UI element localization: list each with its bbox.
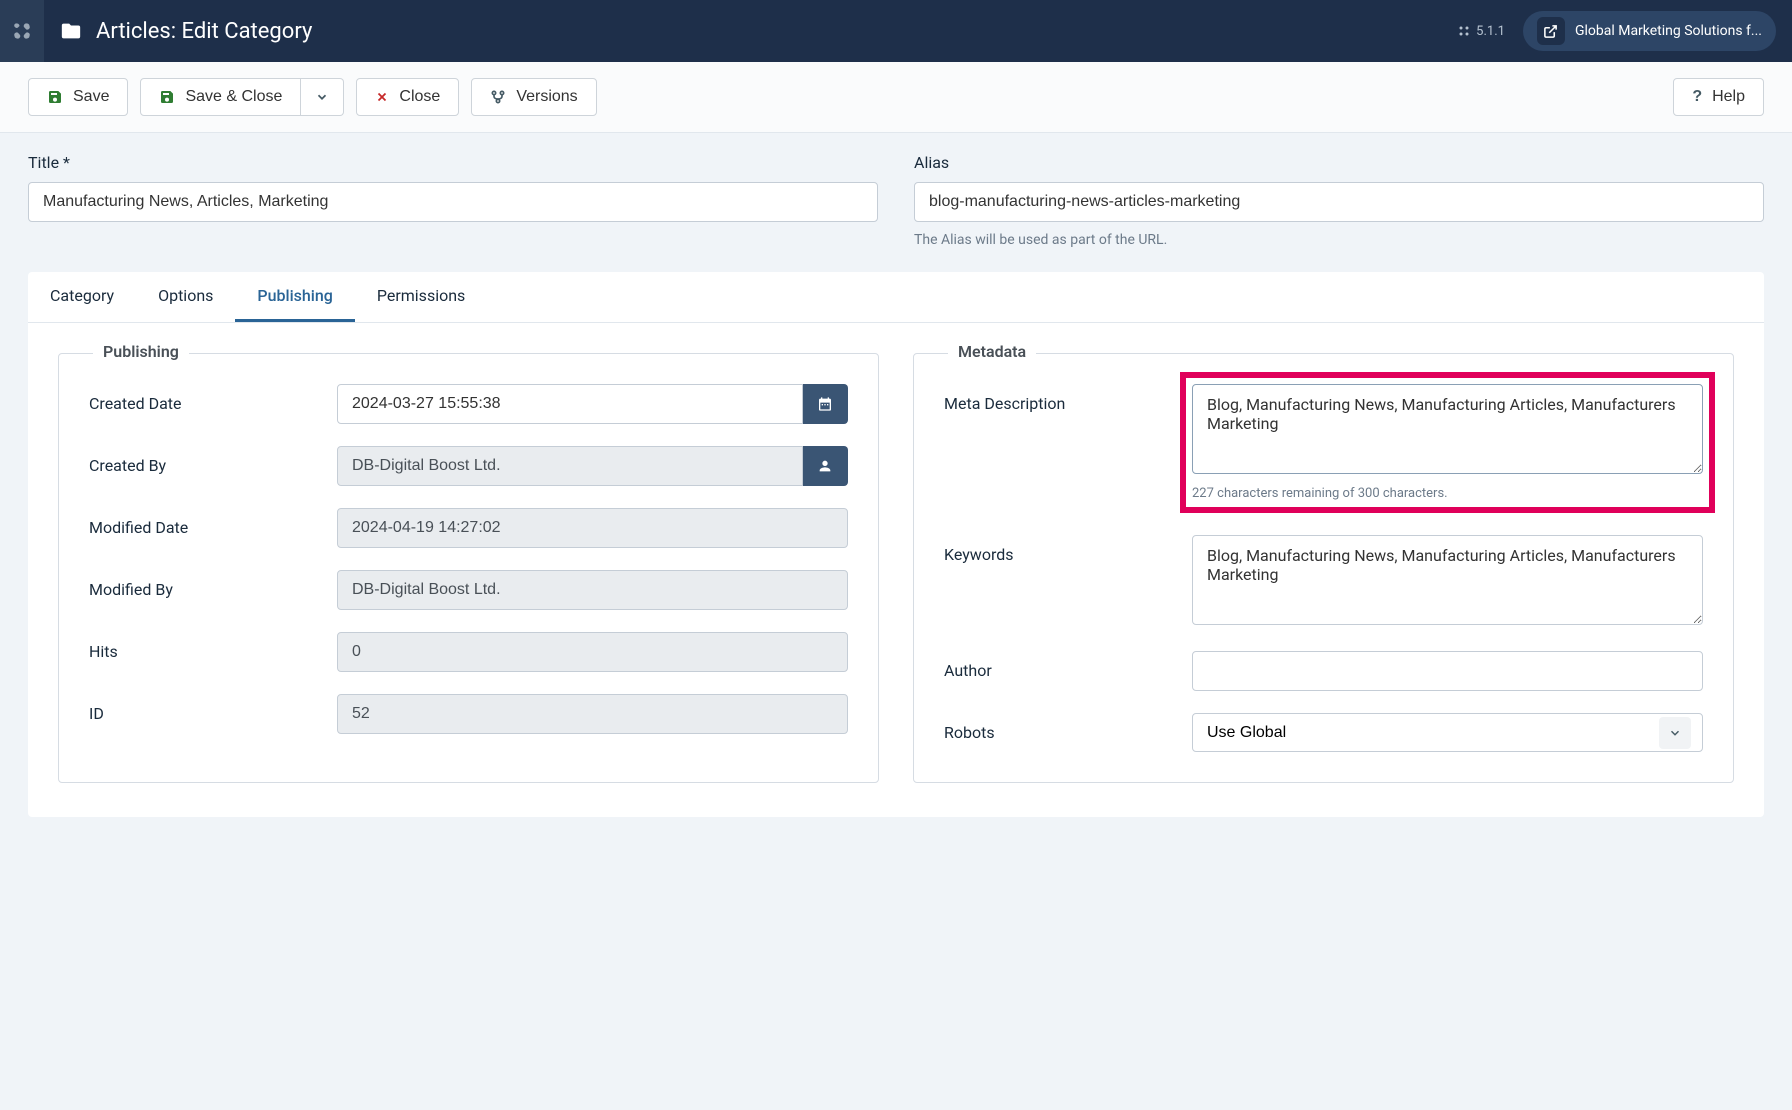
save-dropdown-button[interactable] bbox=[301, 78, 344, 116]
save-button[interactable]: Save bbox=[28, 78, 128, 116]
external-link-icon bbox=[1537, 17, 1565, 45]
branch-icon bbox=[490, 89, 506, 105]
id-input bbox=[337, 694, 848, 734]
meta-desc-textarea[interactable] bbox=[1192, 384, 1703, 474]
meta-desc-label: Meta Description bbox=[944, 384, 1192, 413]
save-close-button[interactable]: Save & Close bbox=[140, 78, 301, 116]
title-input[interactable] bbox=[28, 182, 878, 222]
help-button[interactable]: ? Help bbox=[1673, 78, 1764, 116]
site-link[interactable]: Global Marketing Solutions f... bbox=[1523, 11, 1776, 51]
user-icon bbox=[817, 458, 833, 474]
modified-by-row: Modified By bbox=[89, 570, 848, 610]
alias-hint: The Alias will be used as part of the UR… bbox=[914, 232, 1764, 248]
modified-date-label: Modified Date bbox=[89, 508, 337, 537]
tab-publishing[interactable]: Publishing bbox=[235, 272, 354, 322]
joomla-small-icon bbox=[1458, 25, 1470, 37]
hits-row: Hits bbox=[89, 632, 848, 672]
id-label: ID bbox=[89, 694, 337, 723]
modified-date-row: Modified Date bbox=[89, 508, 848, 548]
calendar-icon bbox=[817, 396, 833, 412]
tab-content: Publishing Created Date Created By bbox=[28, 323, 1764, 817]
keywords-label: Keywords bbox=[944, 535, 1192, 564]
help-icon: ? bbox=[1692, 88, 1702, 106]
robots-row: Robots Use Global bbox=[944, 713, 1703, 752]
title-col: Title * bbox=[28, 153, 878, 248]
keywords-row: Keywords bbox=[944, 535, 1703, 629]
tab-category[interactable]: Category bbox=[28, 272, 136, 322]
alias-input[interactable] bbox=[914, 182, 1764, 222]
meta-desc-row: Meta Description 227 characters remainin… bbox=[944, 384, 1703, 513]
tabs-container: Category Options Publishing Permissions … bbox=[28, 272, 1764, 817]
created-by-group bbox=[337, 446, 848, 486]
user-picker-button[interactable] bbox=[803, 446, 848, 486]
author-label: Author bbox=[944, 651, 1192, 680]
close-icon bbox=[375, 90, 389, 104]
save-icon bbox=[47, 89, 63, 105]
meta-desc-hint: 227 characters remaining of 300 characte… bbox=[1192, 486, 1703, 501]
metadata-legend: Metadata bbox=[948, 342, 1036, 361]
hits-label: Hits bbox=[89, 632, 337, 661]
calendar-button[interactable] bbox=[803, 384, 848, 424]
keywords-textarea[interactable] bbox=[1192, 535, 1703, 625]
save-close-group: Save & Close bbox=[140, 78, 344, 116]
chevron-down-icon bbox=[315, 90, 329, 104]
robots-select-wrap: Use Global bbox=[1192, 713, 1703, 752]
tab-permissions[interactable]: Permissions bbox=[355, 272, 487, 322]
page-title-wrap: Articles: Edit Category bbox=[60, 19, 312, 44]
created-by-label: Created By bbox=[89, 446, 337, 475]
tabs: Category Options Publishing Permissions bbox=[28, 272, 1764, 323]
created-by-input bbox=[337, 446, 803, 486]
title-label: Title * bbox=[28, 153, 878, 172]
sidebar-toggle[interactable] bbox=[0, 0, 44, 62]
publishing-fieldset: Publishing Created Date Created By bbox=[58, 353, 879, 783]
modified-by-input bbox=[337, 570, 848, 610]
toolbar: Save Save & Close Close Versions ? Help bbox=[0, 62, 1792, 133]
robots-select[interactable]: Use Global bbox=[1192, 713, 1703, 752]
robots-label: Robots bbox=[944, 713, 1192, 742]
author-input[interactable] bbox=[1192, 651, 1703, 691]
modified-by-label: Modified By bbox=[89, 570, 337, 599]
page-title: Articles: Edit Category bbox=[96, 19, 312, 44]
hits-input bbox=[337, 632, 848, 672]
alias-col: Alias The Alias will be used as part of … bbox=[914, 153, 1764, 248]
created-by-row: Created By bbox=[89, 446, 848, 486]
tab-options[interactable]: Options bbox=[136, 272, 235, 322]
created-date-label: Created Date bbox=[89, 384, 337, 413]
created-date-input[interactable] bbox=[337, 384, 803, 424]
folder-icon bbox=[60, 20, 82, 42]
modified-date-input bbox=[337, 508, 848, 548]
versions-button[interactable]: Versions bbox=[471, 78, 596, 116]
created-date-row: Created Date bbox=[89, 384, 848, 424]
version-info[interactable]: 5.1.1 bbox=[1458, 24, 1505, 39]
topbar: Articles: Edit Category 5.1.1 Global Mar… bbox=[0, 0, 1792, 62]
joomla-icon bbox=[12, 21, 32, 41]
topbar-right: 5.1.1 Global Marketing Solutions f... bbox=[1458, 11, 1776, 51]
topbar-left: Articles: Edit Category bbox=[16, 0, 312, 62]
publishing-legend: Publishing bbox=[93, 342, 189, 361]
form-header: Title * Alias The Alias will be used as … bbox=[0, 133, 1792, 272]
alias-label: Alias bbox=[914, 153, 1764, 172]
id-row: ID bbox=[89, 694, 848, 734]
created-date-group bbox=[337, 384, 848, 424]
save-icon bbox=[159, 89, 175, 105]
author-row: Author bbox=[944, 651, 1703, 691]
metadata-fieldset: Metadata Meta Description 227 characters… bbox=[913, 353, 1734, 783]
close-button[interactable]: Close bbox=[356, 78, 459, 116]
highlight-box: 227 characters remaining of 300 characte… bbox=[1180, 372, 1715, 513]
